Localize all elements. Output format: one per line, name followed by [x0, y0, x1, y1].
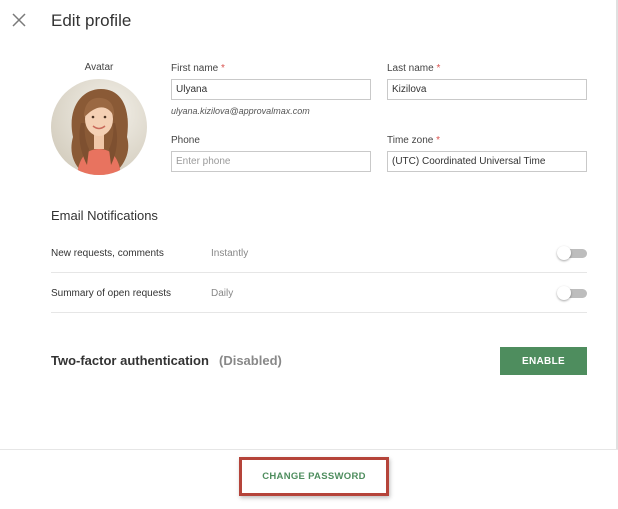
toggle-knob: [557, 286, 571, 300]
first-name-label: First name *: [171, 63, 225, 74]
avatar[interactable]: [51, 79, 147, 175]
notification-row-label: Summary of open requests: [51, 288, 172, 299]
phone-label: Phone: [171, 135, 200, 146]
last-name-label: Last name *: [387, 63, 441, 74]
required-mark: *: [221, 63, 225, 74]
footer-divider: [0, 449, 618, 450]
email-text: ulyana.kizilova@approvalmax.com: [171, 106, 310, 116]
required-mark: *: [436, 63, 441, 74]
notification-row-value: Instantly: [211, 248, 249, 259]
summary-toggle[interactable]: [557, 286, 587, 300]
avatar-label: Avatar: [84, 62, 114, 73]
two-factor-status: (Disabled): [219, 353, 282, 368]
change-password-button[interactable]: CHANGE PASSWORD: [242, 460, 386, 493]
new-requests-toggle[interactable]: [557, 246, 587, 260]
divider: [51, 272, 587, 273]
toggle-knob: [557, 246, 571, 260]
email-notifications-title: Email Notifications: [51, 208, 158, 223]
time-zone-select[interactable]: [387, 151, 587, 172]
time-zone-label: Time zone *: [387, 135, 441, 146]
user-photo-icon: [51, 79, 147, 175]
last-name-input[interactable]: [387, 79, 587, 100]
first-name-input[interactable]: [171, 79, 371, 100]
notification-row-label: New requests, comments: [51, 248, 164, 259]
required-mark: *: [436, 135, 441, 146]
notification-row-value: Daily: [211, 288, 234, 299]
close-icon[interactable]: [11, 12, 27, 28]
page-title: Edit profile: [51, 11, 132, 30]
phone-input[interactable]: [171, 151, 371, 172]
enable-two-factor-button[interactable]: ENABLE: [500, 347, 587, 375]
divider: [51, 312, 587, 313]
two-factor-title: Two-factor authentication: [51, 353, 209, 368]
